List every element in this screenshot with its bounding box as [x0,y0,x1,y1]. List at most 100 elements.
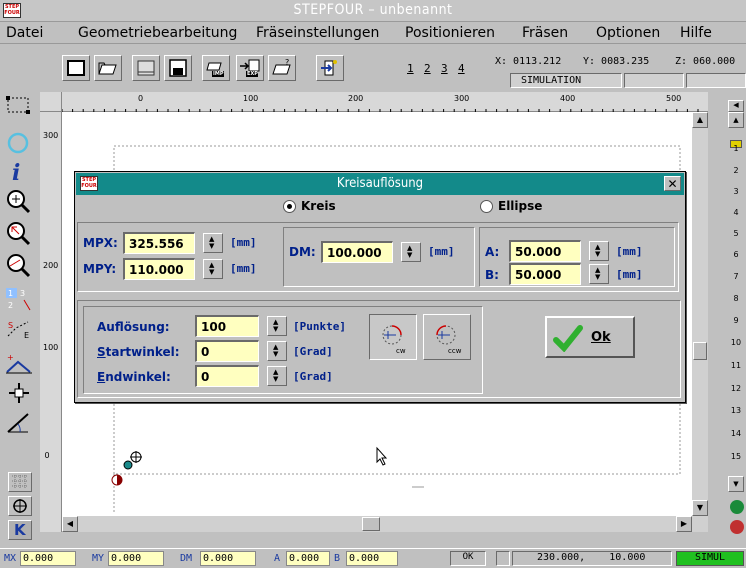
open-button[interactable] [94,55,122,81]
scroll-right-arrow-icon[interactable]: ▶ [676,516,692,532]
startwinkel-spinner[interactable]: ▲ ▼ [267,341,287,361]
layer-14[interactable]: 14 [726,429,746,438]
grid-icon [12,475,28,489]
toolbar: IMP EXP ? 1 2 3 4 X: 0113.212 Y: 0083.23… [0,44,746,92]
status-dm-value: 0.000 [200,551,256,566]
export-button[interactable]: EXP [236,55,264,81]
b-spinner[interactable]: ▲ ▼ [589,264,609,284]
radio-ellipse-label[interactable]: Ellipse [498,199,542,213]
close-doc-button[interactable] [132,55,160,81]
page-1-button[interactable]: 1 [407,62,414,75]
save-button[interactable] [164,55,192,81]
layer-8[interactable]: 8 [726,294,746,303]
a-field[interactable]: 50.000 [509,240,581,262]
layer-4[interactable]: 4 [726,208,746,217]
layer-13[interactable]: 13 [726,406,746,415]
page-4-button[interactable]: 4 [458,62,465,75]
grid-tool[interactable] [8,472,32,492]
layer-11[interactable]: 11 [726,361,746,370]
layer-15[interactable]: 15 [726,452,746,461]
cw-button[interactable]: cw [369,314,417,360]
menu-geometriebearbeitung[interactable]: Geometriebearbeitung [78,25,237,41]
page-2-button[interactable]: 2 [424,62,431,75]
menu-positionieren[interactable]: Positionieren [405,25,495,41]
scroll-down-arrow-icon[interactable]: ▼ [692,500,708,516]
scroll-left-arrow-icon[interactable]: ◀ [62,516,78,532]
a-spinner[interactable]: ▲ ▼ [589,241,609,261]
exit-button[interactable] [316,55,344,81]
menu-optionen[interactable]: Optionen [596,25,660,41]
dm-field[interactable]: 100.000 [321,241,393,263]
k-icon: K [14,521,26,539]
horizontal-ruler: 0 100 200 300 400 500 [62,92,708,112]
spindle-icon[interactable] [730,520,744,534]
dm-spinner[interactable]: ▲ ▼ [401,242,421,262]
layer-5[interactable]: 5 [726,229,746,238]
layer-12[interactable]: 12 [726,384,746,393]
dm-label: DM: [289,245,316,259]
menu-datei[interactable]: Datei [6,25,43,41]
layer-3[interactable]: 3 [726,187,746,196]
circle-tool[interactable] [4,130,34,156]
startwinkel-field[interactable]: 0 [195,340,259,362]
mpy-field[interactable]: 110.000 [123,258,195,280]
mpx-spinner[interactable]: ▲ ▼ [203,233,223,253]
ruler-corner [40,92,62,112]
svg-text:2: 2 [8,301,13,310]
vertical-scrollbar[interactable]: ▲ ▼ [692,112,708,516]
ok-button[interactable]: Ok [545,316,635,358]
layer-2[interactable]: 2 [726,166,746,175]
path-tool[interactable]: SE [4,316,34,342]
status-dm-label: DM [180,553,193,564]
import-button[interactable]: IMP [202,55,230,81]
mpy-spinner[interactable]: ▲ ▼ [203,259,223,279]
aufloesung-spinner[interactable]: ▲ ▼ [267,316,287,336]
close-icon[interactable]: ✕ [664,176,681,191]
radio-kreis[interactable] [283,200,296,213]
layer-6[interactable]: 6 [726,250,746,259]
h-scroll-thumb[interactable] [362,517,380,531]
layer-10[interactable]: 10 [726,338,746,347]
layer-7[interactable]: 7 [726,272,746,281]
b-field[interactable]: 50.000 [509,263,581,285]
endwinkel-label: Endwinkel: [97,370,171,384]
svg-text:1: 1 [8,289,13,298]
radio-ellipse[interactable] [480,200,493,213]
mpx-field[interactable]: 325.556 [123,232,195,254]
aux-field-2 [686,73,746,88]
measure-tool[interactable] [4,410,34,436]
zoom-tool[interactable] [4,188,34,214]
page-3-button[interactable]: 3 [441,62,448,75]
ramp-tool[interactable]: + [4,350,34,376]
origin-tool[interactable] [8,496,32,516]
right-scroll-down-icon[interactable]: ▼ [728,476,744,492]
v-scroll-thumb[interactable] [693,342,707,360]
scroll-up-arrow-icon[interactable]: ▲ [692,112,708,128]
window-title: STEPFOUR – unbenannt [293,2,453,18]
aufloesung-label: Auflösung: [97,320,170,334]
k-tool[interactable]: K [8,520,32,540]
recent-files-button[interactable]: ? [268,55,296,81]
crosshair-tool[interactable] [4,380,34,406]
zoom-fit-tool[interactable] [4,252,34,278]
radio-kreis-label[interactable]: Kreis [301,199,336,213]
new-file-button[interactable] [62,55,90,81]
status-mode: SIMUL [676,551,744,566]
menu-fraeseinstellungen[interactable]: Fräseinstellungen [256,25,379,41]
right-scroll-left-icon[interactable]: ◀ [728,100,744,112]
right-scroll-up-icon[interactable]: ▲ [728,112,744,128]
menu-fraesen[interactable]: Fräsen [522,25,568,41]
layer-1[interactable]: 1 [726,144,746,153]
aufloesung-field[interactable]: 100 [195,315,259,337]
order-tool[interactable]: 132 [4,286,34,312]
menu-hilfe[interactable]: Hilfe [680,25,712,41]
ccw-button[interactable]: ccw [423,314,471,360]
info-tool[interactable]: i [4,158,34,186]
endwinkel-spinner[interactable]: ▲ ▼ [267,366,287,386]
tool-changer-icon[interactable] [730,500,744,514]
horizontal-scrollbar[interactable]: ◀ ▶ [62,516,708,532]
select-rect-tool[interactable] [4,94,34,120]
zoom-area-tool[interactable] [4,220,34,246]
layer-9[interactable]: 9 [726,316,746,325]
endwinkel-field[interactable]: 0 [195,365,259,387]
